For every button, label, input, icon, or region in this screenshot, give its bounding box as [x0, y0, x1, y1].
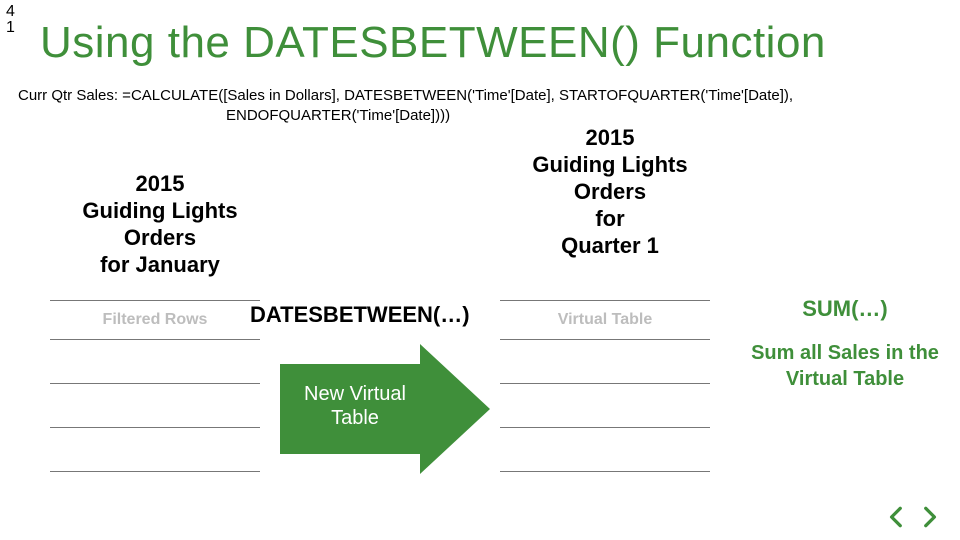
table-row [500, 428, 710, 472]
caption-left: 2015 Guiding Lights Orders for January [60, 170, 260, 278]
table-left-header: Filtered Rows [103, 311, 208, 329]
slide: 4 1 Using the DATESBETWEEN() Function Cu… [0, 0, 960, 540]
page-number: 4 1 [6, 4, 15, 36]
table-row [500, 340, 710, 384]
table-row [50, 340, 260, 384]
formula-text: Curr Qtr Sales: =CALCULATE([Sales in Dol… [18, 86, 942, 126]
table-row [500, 384, 710, 428]
next-icon[interactable] [916, 504, 942, 530]
sum-title: SUM(…) [740, 296, 950, 322]
table-left-header-row: Filtered Rows [50, 300, 260, 340]
sum-text: Sum all Sales in the Virtual Table [740, 340, 950, 392]
caption-right-text: 2015 Guiding Lights Orders for Quarter 1 [532, 125, 687, 258]
prev-icon[interactable] [884, 504, 910, 530]
table-right: Virtual Table [500, 300, 710, 472]
slide-title: Using the DATESBETWEEN() Function [40, 18, 826, 68]
sum-block: SUM(…) Sum all Sales in the Virtual Tabl… [740, 296, 950, 392]
page-number-top: 4 [6, 4, 15, 20]
formula-line2: ENDOFQUARTER('Time'[Date]))) [18, 106, 942, 126]
nav-arrows [884, 504, 942, 530]
table-row [50, 428, 260, 472]
table-left: Filtered Rows [50, 300, 260, 472]
caption-right: 2015 Guiding Lights Orders for Quarter 1 [500, 124, 720, 259]
table-row [50, 384, 260, 428]
caption-left-text: 2015 Guiding Lights Orders for January [82, 171, 237, 277]
table-right-header-row: Virtual Table [500, 300, 710, 340]
table-right-header: Virtual Table [558, 311, 653, 329]
function-label: DATESBETWEEN(…) [250, 302, 470, 328]
formula-line1: Curr Qtr Sales: =CALCULATE([Sales in Dol… [18, 87, 793, 104]
arrow-label: New Virtual Table [290, 382, 420, 430]
page-number-bottom: 1 [6, 20, 15, 36]
